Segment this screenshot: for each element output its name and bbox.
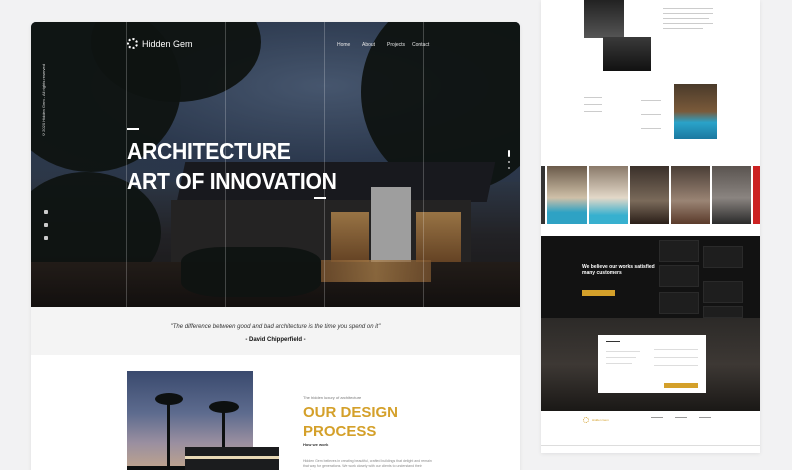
form-submit-button[interactable] (664, 383, 698, 388)
preview-text-line (641, 100, 661, 101)
contact-heading-bar (606, 341, 620, 342)
hero-section: Hidden Gem Home About Projects Contact ©… (31, 22, 520, 307)
palm-trunk (167, 401, 170, 470)
footer-brand[interactable]: Hidden Gem (592, 418, 609, 422)
gallery-item[interactable] (671, 166, 710, 224)
design-title-line1: OUR DESIGN (303, 404, 399, 421)
design-subtitle: How we work (303, 442, 329, 447)
testimonial-card (659, 240, 699, 262)
preview-text-line (663, 18, 709, 19)
testimonials-title: We believe our works satisfied many cust… (582, 264, 655, 276)
footer: Hidden Gem (541, 411, 760, 453)
preview-photo (603, 37, 651, 71)
gallery-item[interactable] (630, 166, 669, 224)
footer-col-heading (699, 417, 711, 418)
title-accent-top (127, 128, 139, 130)
twitter-icon[interactable] (44, 236, 48, 240)
footer-col-heading (651, 417, 663, 418)
brand-logo[interactable]: Hidden Gem (127, 38, 193, 49)
testimonials-title-line2: many customers (582, 270, 622, 276)
palm-leaves (155, 393, 183, 405)
hero-title-line2: ART OF INNOVATION (127, 168, 337, 194)
contact-info-line (606, 357, 636, 358)
design-photo-building (185, 447, 279, 470)
palm-leaves (209, 401, 239, 413)
gallery-item[interactable] (753, 166, 760, 224)
preview-pool-photo (674, 84, 717, 139)
gallery-item[interactable] (589, 166, 628, 224)
copyright-note: ©2020 Hidden Gem - All rights reserved (41, 64, 46, 137)
building-light-stripe (185, 456, 279, 459)
hero-title-line1: ARCHITECTURE (127, 138, 291, 164)
gallery-item[interactable] (712, 166, 751, 224)
gallery-item[interactable] (547, 166, 587, 224)
slider-dots (508, 150, 510, 169)
preview-text-line (663, 13, 713, 14)
testimonial-card (659, 265, 699, 287)
preview-text-line (663, 28, 703, 29)
form-field[interactable] (654, 357, 698, 358)
main-page-mockup: Hidden Gem Home About Projects Contact ©… (31, 22, 520, 470)
design-title-line2: PROCESS (303, 423, 377, 440)
design-body: Hidden Gem believes in creating beautifu… (303, 459, 432, 470)
title-accent-bottom (314, 197, 326, 199)
slider-dot-active[interactable] (508, 150, 510, 157)
nav-item-about[interactable]: About (362, 42, 387, 48)
quote-author: - David Chipperfield - (245, 337, 306, 343)
nav-item-projects[interactable]: Projects (387, 42, 412, 48)
testimonial-card (703, 306, 743, 318)
contact-card (598, 335, 706, 393)
preview-text-line (584, 97, 602, 98)
slider-dot[interactable] (508, 161, 510, 163)
form-field[interactable] (654, 365, 698, 366)
design-kicker: The hidden luxury of architecture (303, 395, 362, 400)
grid-line (423, 22, 424, 307)
logo-icon (127, 38, 138, 49)
preview-text-line (641, 128, 661, 129)
preview-text-line (663, 8, 713, 9)
nav-item-contact[interactable]: Contact (412, 42, 437, 48)
testimonial-card (703, 246, 743, 268)
brand-name: Hidden Gem (142, 38, 193, 49)
hero-title: ARCHITECTURE ART OF INNOVATION (127, 136, 337, 196)
nav-item-home[interactable]: Home (337, 42, 362, 48)
preview-text-line (584, 104, 602, 105)
testimonials-button[interactable] (582, 290, 615, 296)
contact-info-line (606, 363, 632, 364)
slider-dot[interactable] (508, 167, 510, 169)
testimonial-card (659, 292, 699, 314)
quote-text: "The difference between good and bad arc… (170, 324, 381, 330)
instagram-icon[interactable] (44, 223, 48, 227)
facebook-icon[interactable] (44, 210, 48, 214)
preview-text-line (641, 114, 661, 115)
preview-text-line (663, 23, 713, 24)
full-page-preview: We believe our works satisfied many cust… (541, 0, 760, 453)
design-title: OUR DESIGN PROCESS (303, 403, 398, 441)
social-icons (44, 210, 48, 240)
preview-gallery (541, 166, 760, 224)
testimonial-card (703, 281, 743, 303)
footer-divider (541, 445, 760, 446)
quote-section: "The difference between good and bad arc… (31, 307, 520, 355)
form-field[interactable] (654, 349, 698, 350)
gallery-item[interactable] (541, 166, 545, 224)
preview-photo (584, 0, 624, 38)
preview-text-line (584, 111, 602, 112)
contact-info-line (606, 351, 640, 352)
footer-col-heading (675, 417, 687, 418)
main-nav: Home About Projects Contact (337, 42, 437, 48)
footer-logo-icon (583, 417, 589, 423)
